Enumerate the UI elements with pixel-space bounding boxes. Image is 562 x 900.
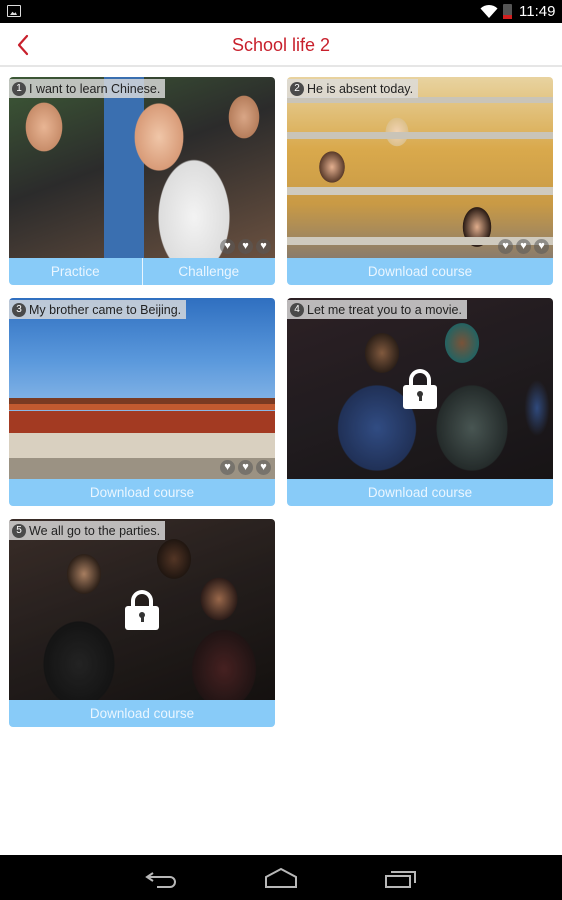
- card-actions: Download course: [287, 479, 553, 506]
- lesson-number-badge: 5: [12, 523, 26, 538]
- battery-low-icon: [503, 4, 512, 19]
- lock-icon: [403, 368, 437, 409]
- lesson-caption: 3 My brother came to Beijing.: [9, 300, 187, 319]
- heart-icon: ♥: [220, 460, 235, 475]
- clock: 11:49: [519, 3, 556, 20]
- card-actions: Practice Challenge: [9, 258, 275, 285]
- lesson-title: I want to learn Chinese.: [29, 81, 161, 96]
- practice-button[interactable]: Practice: [9, 258, 142, 285]
- lesson-card[interactable]: 3 My brother came to Beijing. ♥ ♥ ♥ Down…: [9, 298, 275, 506]
- lesson-number-badge: 3: [12, 302, 26, 317]
- lesson-caption: 1 I want to learn Chinese.: [9, 79, 166, 98]
- home-icon[interactable]: [264, 867, 298, 889]
- card-actions: Download course: [9, 700, 275, 727]
- lesson-number-badge: 1: [12, 81, 26, 96]
- heart-icon: ♥: [498, 239, 513, 254]
- lesson-image[interactable]: 5 We all go to the parties.: [9, 519, 275, 700]
- download-course-button[interactable]: Download course: [287, 479, 553, 506]
- heart-icon: ♥: [256, 239, 271, 254]
- lesson-image[interactable]: 1 I want to learn Chinese. ♥ ♥ ♥: [9, 77, 275, 258]
- back-icon[interactable]: [144, 867, 178, 889]
- lesson-card[interactable]: 1 I want to learn Chinese. ♥ ♥ ♥ Practic…: [9, 77, 275, 285]
- lesson-title: My brother came to Beijing.: [29, 302, 182, 317]
- lesson-image[interactable]: 4 Let me treat you to a movie.: [287, 298, 553, 479]
- lesson-title: Let me treat you to a movie.: [307, 302, 462, 317]
- lesson-title: He is absent today.: [307, 81, 414, 96]
- heart-icon: ♥: [516, 239, 531, 254]
- heart-icon: ♥: [238, 460, 253, 475]
- lock-icon: [125, 589, 159, 630]
- lesson-caption: 4 Let me treat you to a movie.: [287, 300, 467, 319]
- lesson-card[interactable]: 4 Let me treat you to a movie. Download …: [287, 298, 553, 506]
- heart-icon: ♥: [534, 239, 549, 254]
- heart-rating: ♥ ♥ ♥: [498, 239, 549, 254]
- app-bar: School life 2: [0, 23, 562, 67]
- status-bar: 11:49: [0, 0, 562, 23]
- lesson-image[interactable]: 3 My brother came to Beijing. ♥ ♥ ♥: [9, 298, 275, 479]
- challenge-button[interactable]: Challenge: [141, 258, 276, 285]
- lesson-number-badge: 2: [290, 81, 304, 96]
- heart-icon: ♥: [256, 460, 271, 475]
- lesson-title: We all go to the parties.: [29, 523, 161, 538]
- heart-rating: ♥ ♥ ♥: [220, 239, 271, 254]
- card-actions: Download course: [9, 479, 275, 506]
- heart-icon: ♥: [238, 239, 253, 254]
- system-nav-bar: [0, 855, 562, 900]
- recent-apps-icon[interactable]: [384, 867, 418, 889]
- download-course-button[interactable]: Download course: [287, 258, 553, 285]
- image-notification-icon: [7, 5, 21, 17]
- lesson-card[interactable]: 2 He is absent today. ♥ ♥ ♥ Download cou…: [287, 77, 553, 285]
- page-title: School life 2: [231, 35, 331, 55]
- lesson-number-badge: 4: [290, 302, 304, 317]
- lesson-image[interactable]: 2 He is absent today. ♥ ♥ ♥: [287, 77, 553, 258]
- lesson-caption: 5 We all go to the parties.: [9, 521, 166, 540]
- download-course-button[interactable]: Download course: [9, 700, 275, 727]
- heart-rating: ♥ ♥ ♥: [220, 460, 271, 475]
- heart-icon: ♥: [220, 239, 235, 254]
- lesson-caption: 2 He is absent today.: [287, 79, 419, 98]
- lesson-card[interactable]: 5 We all go to the parties. Download cou…: [9, 519, 275, 727]
- wifi-icon: [480, 4, 498, 18]
- download-course-button[interactable]: Download course: [9, 479, 275, 506]
- card-actions: Download course: [287, 258, 553, 285]
